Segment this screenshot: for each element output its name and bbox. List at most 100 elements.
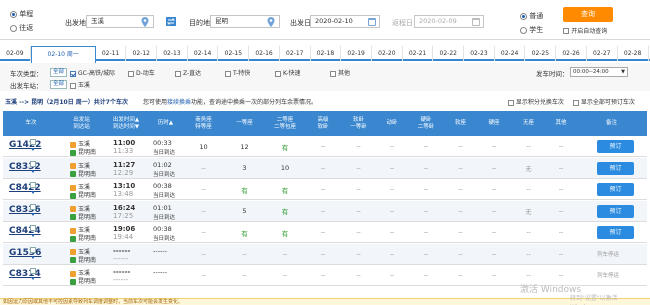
expand-arrow-icon[interactable] [31, 191, 35, 194]
column-header[interactable]: 历时▲ [148, 111, 183, 136]
time-select[interactable]: 00:00--24:00 ▼ [570, 67, 628, 77]
date-tab[interactable]: 02-17 [280, 46, 311, 61]
type-student-option[interactable]: 学生 [520, 25, 543, 35]
column-header[interactable]: 出发时间▲ 到达时间▼ [104, 111, 148, 136]
book-button[interactable]: 预订 [597, 140, 634, 153]
auto-query-checkbox[interactable] [563, 28, 569, 34]
type-normal-option[interactable]: 普通 [520, 11, 543, 21]
expand-arrow-icon[interactable] [31, 255, 35, 259]
type-all-button[interactable]: 全部 [50, 68, 68, 77]
all-checkbox[interactable] [573, 99, 579, 106]
calendar-icon[interactable] [368, 18, 376, 26]
seat-availability: 5 [224, 201, 265, 222]
date-tab[interactable]: 02-14 [188, 46, 219, 61]
normal-label: 普通 [529, 12, 544, 20]
seat-availability: -- [305, 244, 341, 265]
date-tab[interactable]: 02-25 [526, 46, 557, 61]
book-button[interactable]: 预订 [597, 226, 634, 239]
location-pin-icon[interactable] [267, 17, 275, 27]
normal-radio[interactable] [520, 12, 527, 20]
date-tab[interactable]: 02-13 [157, 46, 188, 61]
seat-value: -- [423, 164, 429, 172]
seat-value: -- [526, 229, 531, 236]
type-filter-option[interactable]: D-动车 [128, 68, 155, 77]
train-info-icon[interactable] [30, 203, 36, 210]
date-tab[interactable]: 02-21 [403, 46, 434, 61]
date-tab[interactable]: 02-18 [311, 46, 342, 61]
type-filter-checkbox[interactable] [175, 70, 181, 77]
expand-arrow-icon[interactable] [31, 169, 35, 173]
type-filter-option[interactable]: T-特快 [225, 68, 250, 77]
date-tab[interactable]: 02-16 [249, 46, 280, 61]
date-tab[interactable]: 02-09 [0, 46, 31, 61]
date-tab[interactable]: 02-19 [341, 46, 372, 61]
oneway-radio[interactable] [10, 10, 17, 18]
type-filter-checkbox[interactable] [128, 70, 134, 77]
train-info-icon[interactable] [30, 268, 36, 274]
arrive-time: 17:25 [113, 211, 134, 220]
type-filter-checkbox[interactable] [330, 70, 336, 77]
date-tab[interactable]: 02-15 [219, 46, 250, 61]
station-checkbox[interactable] [70, 82, 76, 89]
swap-icon[interactable] [166, 17, 176, 26]
date-tab[interactable]: 02-24 [495, 46, 526, 61]
station-filter-yuxi[interactable]: 玉溪 [70, 80, 90, 89]
type-filter-option[interactable]: K-快速 [275, 68, 300, 77]
calendar-icon[interactable] [472, 18, 480, 26]
transfer-link[interactable]: 接续换乘 [167, 99, 191, 106]
expand-arrow-icon[interactable] [31, 212, 35, 216]
to-station-name: 昆明南 [78, 149, 97, 156]
student-radio[interactable] [520, 26, 527, 34]
seat-value: -- [423, 250, 429, 258]
seat-value: 无 [525, 165, 532, 173]
expand-arrow-icon[interactable] [31, 234, 35, 237]
train-info-icon[interactable] [30, 246, 36, 253]
train-number-link[interactable]: G1422 [9, 140, 41, 150]
date-tab[interactable]: 02-11 [96, 46, 127, 61]
type-filter-label: K-快速 [283, 70, 301, 77]
show-points-option[interactable]: 显示积分兑换车次 [508, 97, 564, 106]
train-number-link[interactable]: G1536 [9, 248, 41, 258]
date-tab[interactable]: 02-12 [126, 46, 158, 61]
seat-availability: -- [408, 158, 444, 179]
book-button[interactable]: 预订 [597, 183, 634, 196]
seat-availability: 有 [265, 201, 305, 222]
book-button[interactable]: 预订 [597, 161, 634, 175]
date-tab[interactable]: 02-28 [618, 46, 649, 61]
round-radio[interactable] [10, 24, 17, 32]
type-filter-checkbox[interactable] [275, 70, 281, 77]
date-tab[interactable]: 02-10 周一 [30, 46, 96, 63]
date-tab[interactable]: 02-26 [556, 46, 587, 61]
type-filter-option[interactable]: GC-高铁/城际 [70, 68, 115, 77]
trip-round-option[interactable]: 往返 [10, 23, 33, 33]
seat-value: -- [201, 164, 206, 172]
type-filter-checkbox[interactable] [225, 70, 231, 77]
type-filter-option[interactable]: Z-直达 [175, 68, 201, 77]
expand-arrow-icon[interactable] [31, 277, 35, 280]
query-button[interactable]: 查询 [563, 7, 613, 22]
train-info-icon[interactable] [30, 182, 36, 188]
date-tab[interactable]: 02-27 [587, 46, 618, 61]
expand-arrow-icon[interactable] [31, 148, 35, 151]
seat-value: -- [423, 272, 429, 279]
seat-value: -- [423, 207, 429, 215]
location-pin-icon[interactable] [141, 17, 149, 27]
book-button[interactable]: 预订 [597, 204, 634, 218]
date-tab[interactable]: 02-23 [464, 46, 495, 61]
to-station: 昆明南 [70, 255, 96, 264]
show-all-option[interactable]: 显示全部可预订车次 [573, 97, 635, 106]
auto-query-option[interactable]: 开启自动查询 [563, 26, 607, 35]
date-tab[interactable]: 02-22 [433, 46, 465, 61]
train-info-icon[interactable] [30, 139, 36, 145]
trip-oneway-option[interactable]: 单程 [10, 9, 33, 19]
type-filter-option[interactable]: 其他 [330, 68, 350, 77]
date-tab[interactable]: 02-20 [372, 46, 403, 61]
seat-availability: -- [477, 136, 511, 157]
seat-availability: -- [183, 244, 224, 265]
type-filter-checkbox[interactable] [70, 70, 76, 77]
train-info-icon[interactable] [30, 160, 36, 167]
station-all-button[interactable]: 全部 [50, 80, 68, 89]
arrival-day: 当日到达 [153, 236, 176, 242]
train-info-icon[interactable] [30, 225, 36, 231]
points-checkbox[interactable] [508, 99, 514, 106]
